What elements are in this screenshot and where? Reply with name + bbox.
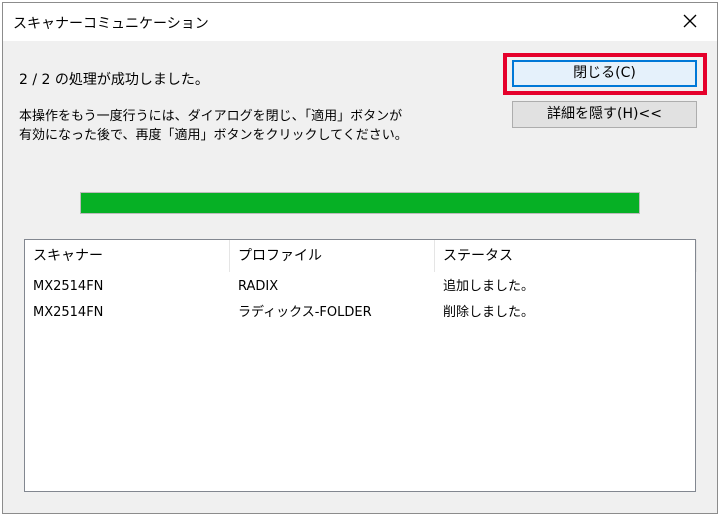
cell-status: 追加しました。 — [443, 279, 535, 294]
window-title: スキャナーコミュニケーション — [13, 16, 209, 32]
title-bar: スキャナーコミュニケーション — [3, 3, 717, 41]
instruction-line-1: 本操作をもう一度行うには、ダイアログを閉じ、「適用」ボタンが — [19, 109, 403, 124]
list-row[interactable]: MX2514FN ラディックス-FOLDER 削除しました。 — [25, 300, 695, 326]
instruction-text: 本操作をもう一度行うには、ダイアログを閉じ、「適用」ボタンが 有効になった後で、… — [19, 107, 408, 145]
list-row[interactable]: MX2514FN RADIX 追加しました。 — [25, 274, 695, 300]
close-icon[interactable] — [677, 8, 703, 34]
progress-fill — [81, 193, 639, 213]
column-header-scanner[interactable]: スキャナー — [25, 240, 230, 272]
results-list[interactable]: スキャナー プロファイル ステータス MX2514FN RADIX 追加しました… — [24, 239, 697, 492]
column-header-profile[interactable]: プロファイル — [230, 240, 435, 272]
column-header-status[interactable]: ステータス — [435, 240, 697, 272]
progress-bar — [80, 192, 640, 214]
list-header: スキャナー プロファイル ステータス — [25, 240, 697, 272]
dialog-window: スキャナーコミュニケーション 2 / 2 の処理が成功しました。 本操作をもう一… — [2, 2, 718, 514]
cell-profile: ラディックス-FOLDER — [238, 305, 372, 320]
cell-scanner: MX2514FN — [33, 279, 104, 294]
instruction-line-2: 有効になった後で、再度「適用」ボタンをクリックしてください。 — [19, 128, 408, 143]
status-message: 2 / 2 の処理が成功しました。 — [19, 72, 209, 88]
hide-details-button[interactable]: 詳細を隠す(H)<< — [512, 101, 697, 128]
cell-scanner: MX2514FN — [33, 305, 104, 320]
cell-status: 削除しました。 — [443, 305, 535, 320]
close-button[interactable]: 閉じる(C) — [512, 60, 697, 87]
cell-profile: RADIX — [238, 279, 279, 294]
